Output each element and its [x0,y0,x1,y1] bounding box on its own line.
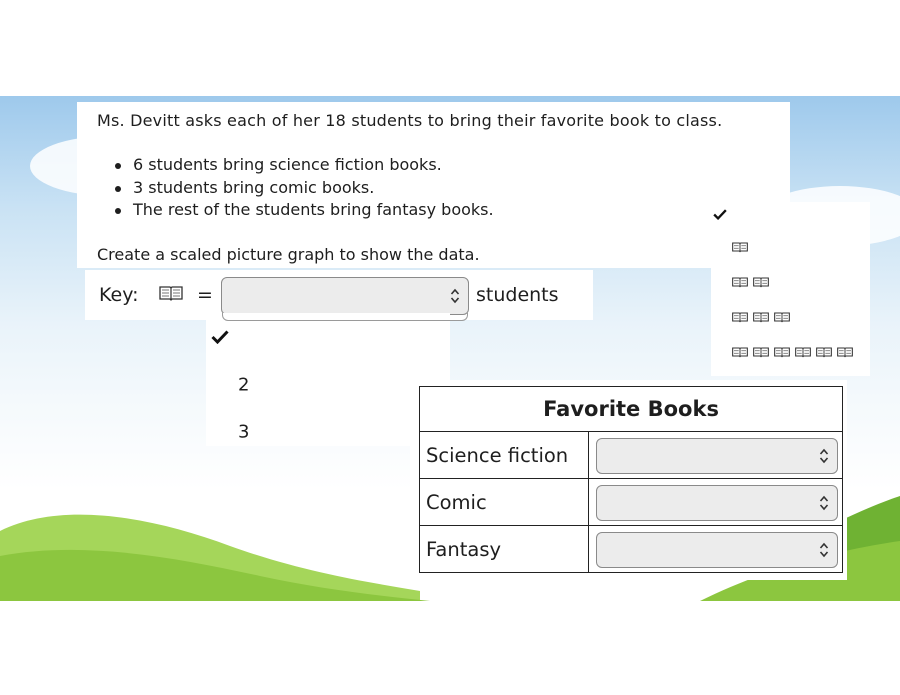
favorite-books-table-panel: Favorite Books Science fiction Comic Fan… [410,380,847,580]
dropdown-option[interactable] [206,317,450,357]
table-row: Science fiction [419,431,844,479]
key-label: Key: [99,284,139,306]
book-icon [774,312,790,323]
checkmark-icon [211,330,229,344]
chevron-up-down-icon [819,448,829,464]
key-value-select[interactable] [221,277,469,315]
dropdown-option[interactable] [711,300,870,334]
science-fiction-select[interactable] [595,438,838,474]
row-select-cell [587,478,844,526]
book-icon [816,347,832,358]
chevron-up-down-icon [819,542,829,558]
book-icon [795,347,811,358]
dropdown-option-label: 2 [238,374,250,396]
book-icon [774,347,790,358]
book-icons [732,277,769,288]
table-title: Favorite Books [419,386,843,432]
book-icons [732,347,853,358]
row-select-cell [587,431,844,479]
row-label: Science fiction [419,431,589,479]
table-row: Fantasy [419,525,844,573]
key-unit-label: students [476,284,559,306]
book-icon [159,286,183,301]
row-select-cell [587,525,844,573]
comic-select[interactable] [595,485,838,521]
book-icon [732,277,748,288]
fantasy-select[interactable] [595,532,838,568]
chevron-up-down-icon [819,495,829,511]
row-label: Fantasy [419,525,589,573]
checkmark-icon [713,209,727,220]
book-icon [753,347,769,358]
chevron-up-down-icon [450,288,460,304]
book-icons [732,242,748,253]
book-count-dropdown [711,202,870,376]
dropdown-option[interactable] [711,335,870,369]
question-instruction: Create a scaled picture graph to show th… [97,245,480,264]
book-icon [753,277,769,288]
table-row: Comic [419,478,844,526]
list-item: 3 students bring comic books. [115,178,494,201]
book-icon [837,347,853,358]
book-icons [732,312,790,323]
bullet-list: 6 students bring science fiction books. … [115,155,494,223]
list-item: The rest of the students bring fantasy b… [115,200,494,223]
favorite-books-table: Favorite Books Science fiction Comic Fan… [419,386,844,573]
book-icon [732,347,748,358]
question-intro: Ms. Devitt asks each of her 18 students … [97,111,723,130]
list-item: 6 students bring science fiction books. [115,155,494,178]
book-icon [732,242,748,253]
dropdown-option[interactable] [711,230,870,264]
equals-sign: = [197,284,213,306]
question-panel: Ms. Devitt asks each of her 18 students … [77,102,790,268]
dropdown-option-label: 3 [238,421,250,443]
row-label: Comic [419,478,589,526]
book-icon [732,312,748,323]
dropdown-option[interactable] [711,265,870,299]
book-icon [753,312,769,323]
